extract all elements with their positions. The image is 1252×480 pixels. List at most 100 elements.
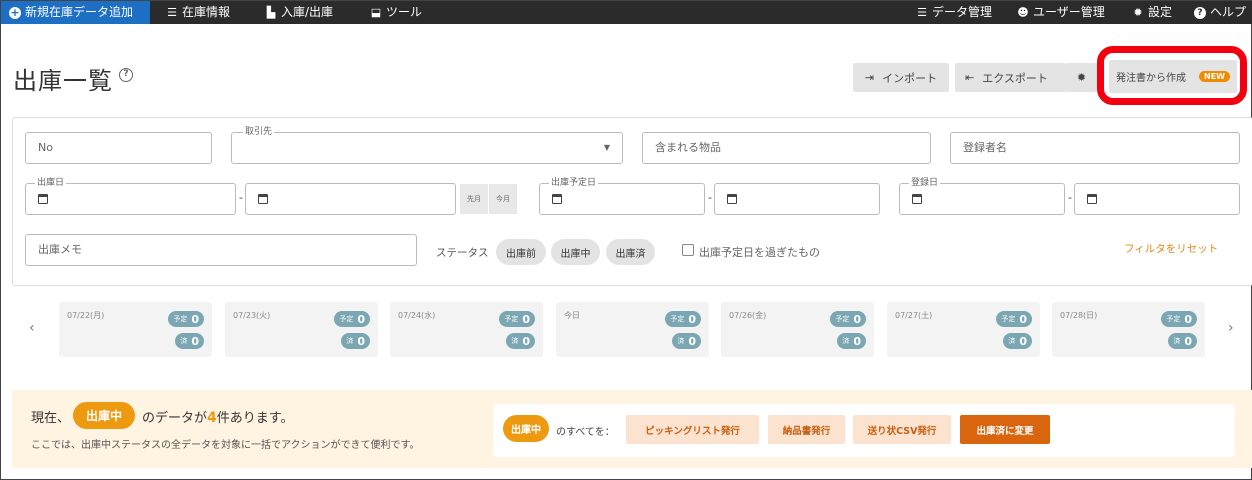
planned-count-badge: 予定 0: [996, 311, 1032, 327]
done-count: 0: [522, 334, 530, 348]
done-label: 済: [180, 337, 188, 345]
nav-user-mgmt[interactable]: ☻ ユーザー管理: [1017, 1, 1105, 24]
registrant-input[interactable]: 登録者名: [950, 132, 1240, 164]
delivery-note-button[interactable]: 納品書発行: [768, 415, 845, 444]
planned-count-badge: 予定 0: [334, 311, 370, 327]
planned-count: 0: [688, 312, 696, 326]
calendar-icon: [552, 194, 562, 204]
new-data-button[interactable]: + 新規在庫データ追加: [1, 1, 150, 24]
nav-data-mgmt[interactable]: ☰ データ管理: [916, 1, 992, 24]
gear-icon: ✹: [1076, 71, 1087, 84]
day-card-today[interactable]: 今日 予定 0 済0: [556, 302, 709, 357]
day-card[interactable]: 07/22(月) 予定 0 済0: [59, 302, 212, 357]
done-count-badge: 済0: [1003, 333, 1032, 349]
date-separator: -: [1068, 191, 1072, 204]
day-card[interactable]: 07/23(火) 予定 0 済0: [225, 302, 378, 357]
done-count: 0: [853, 334, 861, 348]
nav-help[interactable]: ? ヘルプ: [1194, 1, 1246, 24]
export-label: エクスポート: [982, 71, 1048, 85]
chevron-right-icon[interactable]: ›: [1228, 320, 1234, 336]
scheduled-date-label: 出庫予定日: [549, 178, 599, 188]
done-count-badge: 済0: [672, 333, 701, 349]
status-chip-in-progress[interactable]: 出庫中: [551, 239, 600, 265]
planned-count-badge: 予定 0: [499, 311, 535, 327]
day-date: 今日: [564, 311, 580, 320]
calendar-icon: [258, 194, 268, 204]
shipping-csv-button[interactable]: 送り状CSV発行: [853, 415, 951, 444]
planned-count: 0: [1019, 312, 1027, 326]
planned-label: 予定: [504, 315, 519, 323]
overdue-label: 出庫予定日を過ぎたもの: [699, 246, 820, 259]
nav-inventory-label: 在庫情報: [182, 5, 231, 19]
done-count: 0: [1019, 334, 1027, 348]
done-label: 済: [511, 337, 519, 345]
done-label: 済: [346, 337, 354, 345]
chevron-left-icon[interactable]: ‹: [29, 320, 35, 336]
done-count-badge: 済0: [837, 333, 866, 349]
planned-label: 予定: [670, 315, 685, 323]
day-date: 07/24(水): [398, 311, 436, 320]
contains-item-input[interactable]: 含まれる物品: [642, 132, 931, 164]
day-card[interactable]: 07/26(金) 予定 0 済0: [721, 302, 874, 357]
no-input[interactable]: No: [25, 132, 212, 164]
planned-count: 0: [191, 312, 199, 326]
partner-label: 取引先: [243, 127, 275, 137]
nav-inventory[interactable]: ☰ 在庫情報: [166, 1, 230, 24]
planned-count-badge: 予定 0: [830, 311, 866, 327]
calendar-icon: [38, 194, 48, 204]
picking-list-button[interactable]: ピッキングリスト発行: [626, 415, 759, 444]
action-all-label: のすべてを：: [556, 427, 615, 438]
planned-count-badge: 予定 0: [665, 311, 701, 327]
nav-tools[interactable]: ⬓ ツール: [370, 1, 422, 24]
nav-data-mgmt-label: データ管理: [932, 5, 993, 19]
memo-input[interactable]: 出庫メモ: [25, 234, 417, 266]
done-count: 0: [688, 334, 696, 348]
status-chip-done[interactable]: 出庫済: [606, 239, 655, 265]
summary-count: 4: [207, 410, 217, 426]
done-count: 0: [1184, 334, 1192, 348]
day-card[interactable]: 07/27(土) 予定 0 済0: [887, 302, 1040, 357]
this-month-button[interactable]: 今月: [489, 184, 517, 214]
day-date: 07/28(日): [1060, 311, 1098, 320]
planned-count: 0: [357, 312, 365, 326]
day-date: 07/27(土): [895, 311, 933, 320]
scheduled-date-to[interactable]: [714, 183, 880, 215]
planned-count: 0: [853, 312, 861, 326]
import-button[interactable]: ⇥ インポート: [853, 63, 949, 92]
gear-icon: ✹: [1133, 5, 1143, 19]
ship-date-to[interactable]: [245, 183, 456, 215]
calendar-icon: [912, 194, 922, 204]
day-date: 07/22(月): [67, 311, 105, 320]
planned-label: 予定: [339, 315, 354, 323]
sliders-icon: ☰: [917, 5, 927, 19]
status-chip-before[interactable]: 出庫前: [496, 239, 546, 265]
export-icon: ⇤: [965, 71, 975, 84]
day-card[interactable]: 07/24(水) 予定 0 済0: [390, 302, 543, 357]
day-card[interactable]: 07/28(日) 予定 0 済0: [1052, 302, 1205, 357]
export-button[interactable]: ⇤ エクスポート: [955, 63, 1066, 92]
day-date: 07/26(金): [729, 311, 767, 320]
nav-help-label: ヘルプ: [1210, 5, 1247, 19]
mark-shipped-button[interactable]: 出庫済に変更: [960, 415, 1050, 444]
registered-date-to[interactable]: [1074, 183, 1240, 215]
export-settings-button[interactable]: ✹: [1066, 63, 1097, 92]
registered-date-label: 登録日: [909, 178, 941, 188]
last-month-button[interactable]: 先月: [460, 184, 488, 214]
nav-settings[interactable]: ✹ 設定: [1132, 1, 1172, 24]
planned-label: 予定: [835, 315, 850, 323]
top-nav: + 新規在庫データ追加 ☰ 在庫情報 ▙ 入庫/出庫 ⬓ ツール ☰ データ管理…: [1, 1, 1252, 24]
import-icon: ⇥: [864, 71, 875, 84]
action-status-pill: 出庫中: [503, 415, 549, 442]
planned-count: 0: [1184, 312, 1192, 326]
summary-mid: のデータが: [142, 411, 208, 426]
planned-count-badge: 予定 0: [1161, 311, 1197, 327]
nav-inout[interactable]: ▙ 入庫/出庫: [265, 1, 333, 24]
overdue-checkbox[interactable]: [682, 244, 694, 256]
planned-label: 予定: [173, 315, 188, 323]
done-count-badge: 済0: [175, 333, 204, 349]
reset-filter-link[interactable]: フィルタをリセット: [1124, 241, 1218, 256]
partner-select[interactable]: ▼: [231, 132, 623, 164]
help-circle-icon[interactable]: ?: [119, 68, 133, 82]
plus-circle-icon: +: [9, 5, 21, 19]
done-label: 済: [842, 337, 850, 345]
